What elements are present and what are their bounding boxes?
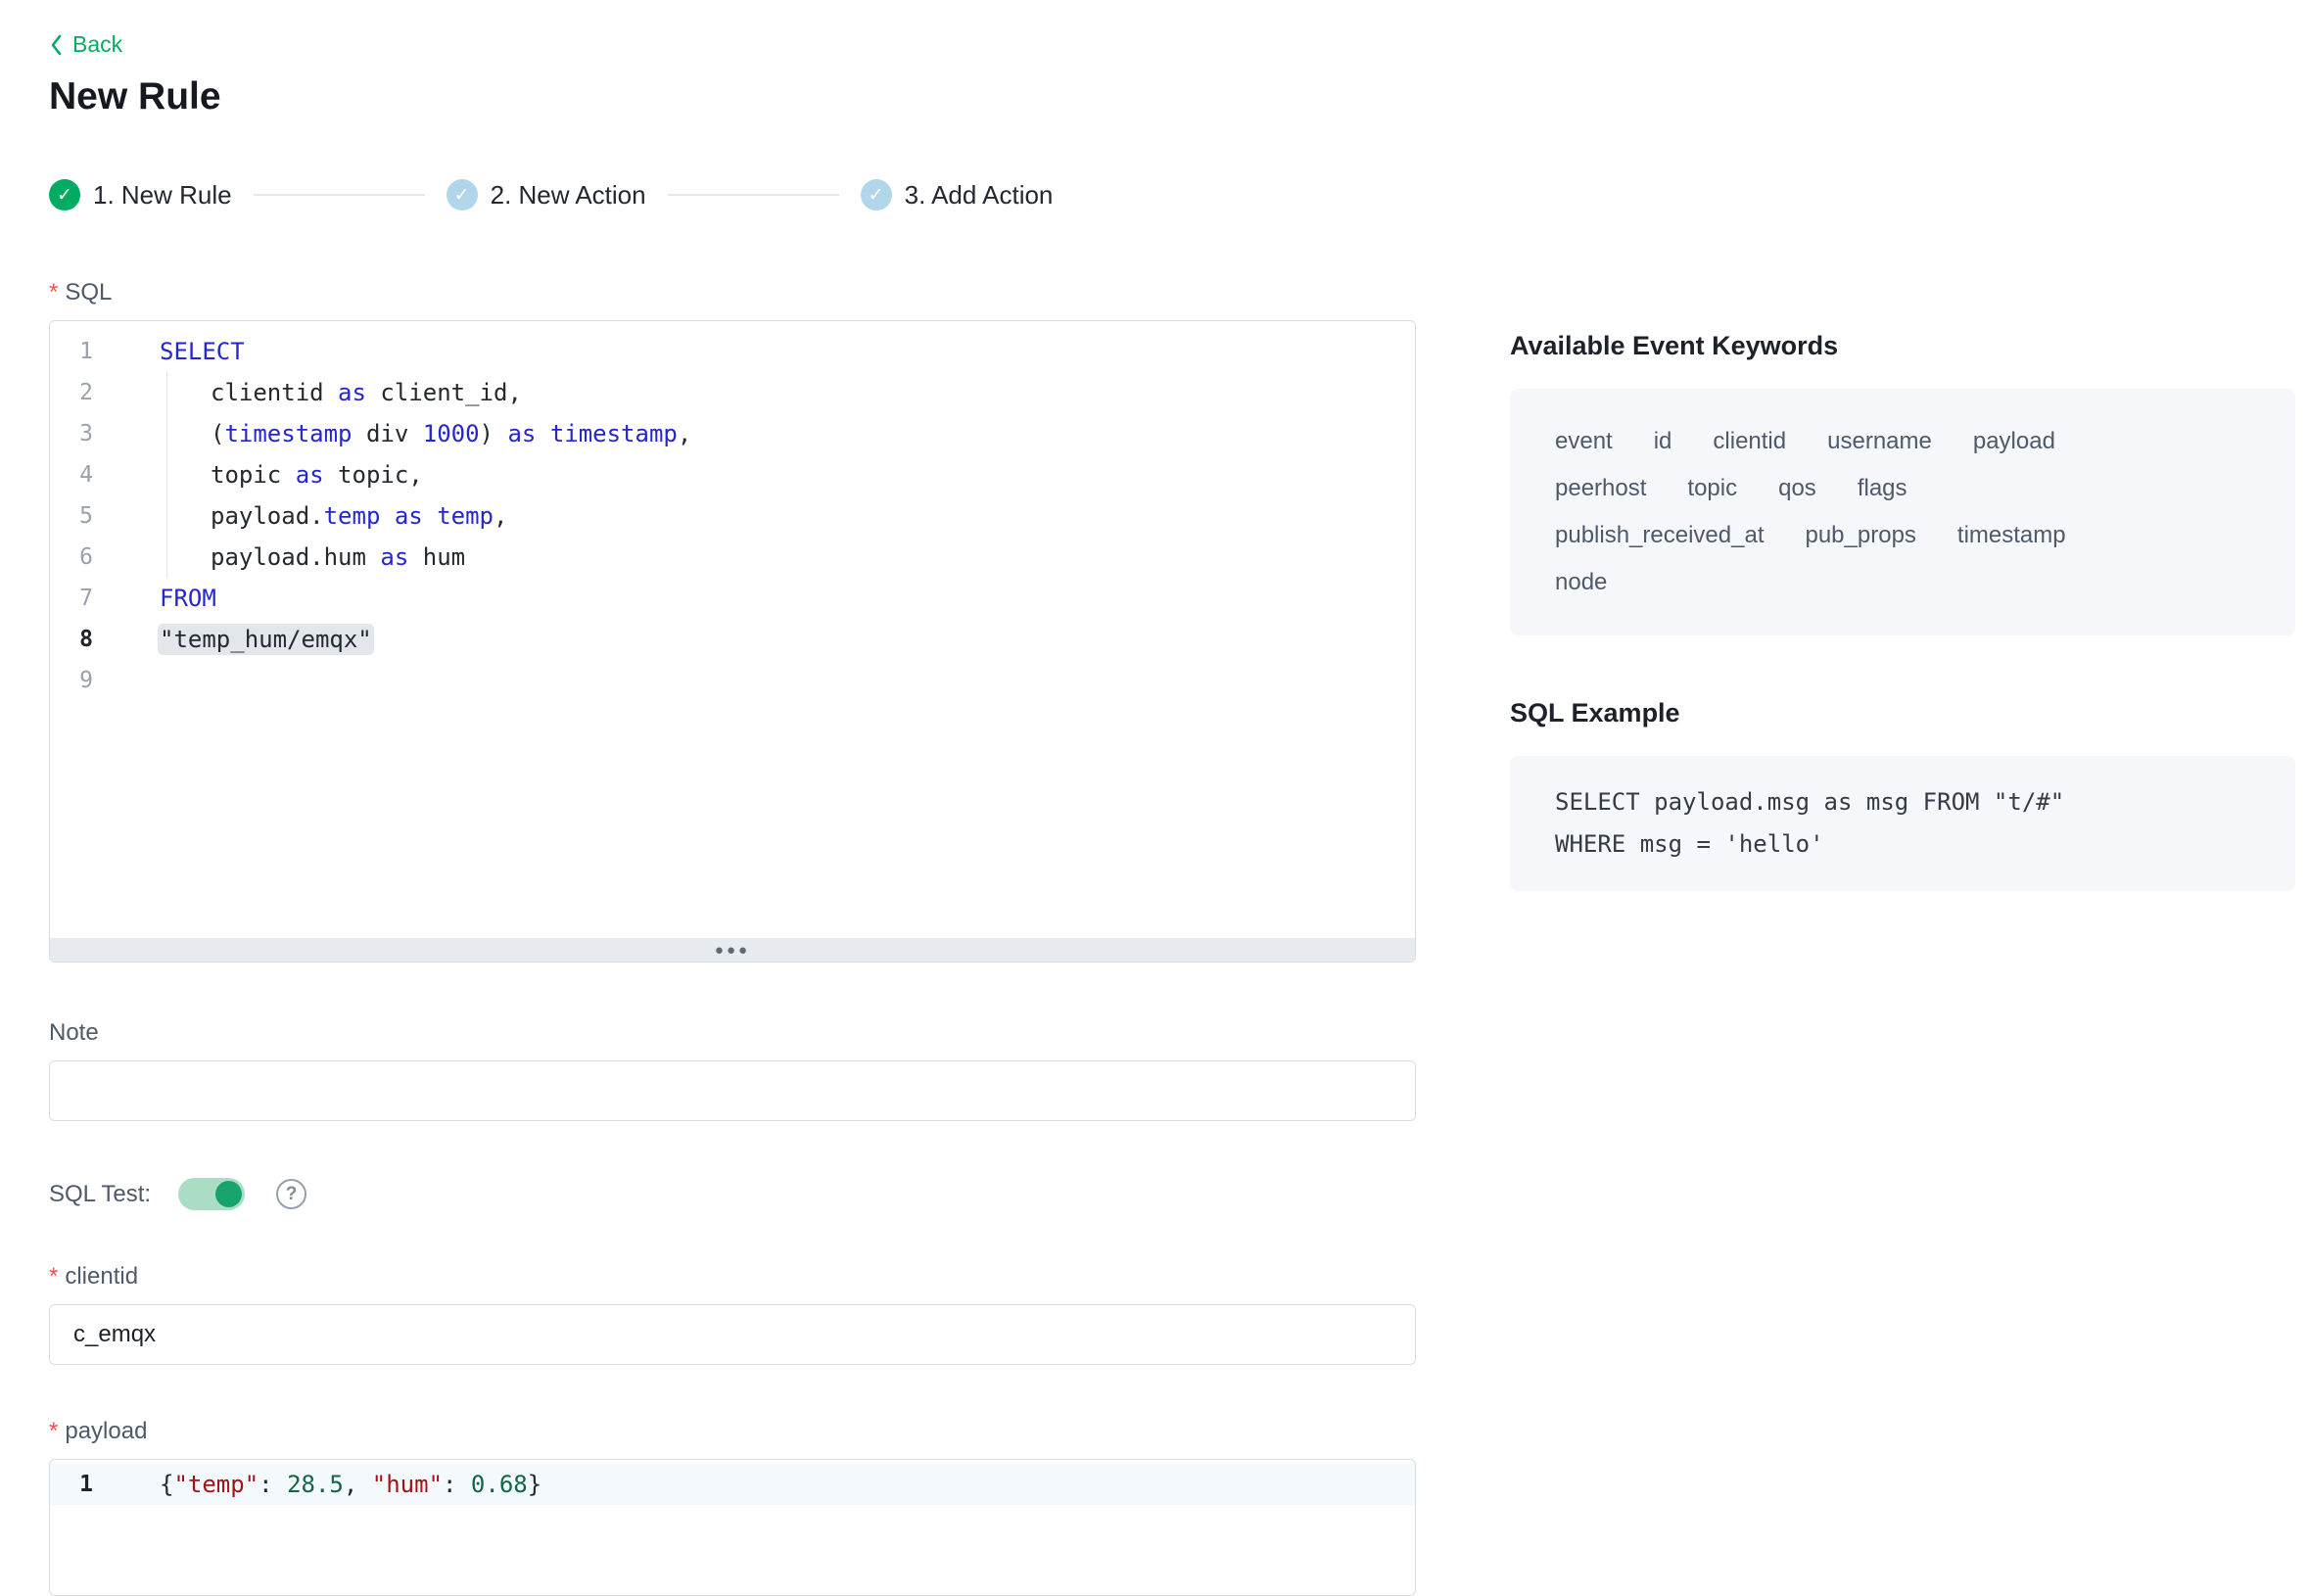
event-keyword: topic <box>1687 465 1737 512</box>
clientid-input[interactable] <box>49 1304 1416 1365</box>
help-icon[interactable]: ? <box>276 1179 306 1209</box>
event-keyword: id <box>1654 418 1672 465</box>
required-mark: * <box>49 1263 58 1290</box>
resize-dots-icon: ●●● <box>715 942 750 959</box>
line-number: 7 <box>50 578 115 619</box>
step-check-icon: ✓ <box>447 179 478 211</box>
step-check-icon: ✓ <box>861 179 892 211</box>
sql-example-line: WHERE msg = 'hello' <box>1555 823 2250 866</box>
line-text <box>115 660 1415 701</box>
sql-example-box: SELECT payload.msg as msg FROM "t/#"WHER… <box>1510 756 2295 891</box>
line-number: 1 <box>50 1464 115 1505</box>
clientid-label-text: clientid <box>65 1263 138 1290</box>
code-line[interactable]: 5payload.temp as temp, <box>50 495 1415 537</box>
line-number: 9 <box>50 660 115 701</box>
line-text: SELECT <box>115 331 1415 372</box>
clientid-field-label: * clientid <box>49 1263 1416 1291</box>
code-line[interactable]: 9 <box>50 660 1415 701</box>
step-item: ✓ 1. New Rule <box>49 179 232 211</box>
code-line[interactable]: 8"temp_hum/emqx" <box>50 619 1415 660</box>
line-number: 8 <box>50 619 115 660</box>
back-link[interactable]: Back <box>49 31 122 58</box>
payload-field-label: * payload <box>49 1418 1416 1445</box>
step-item: ✓ 3. Add Action <box>861 179 1054 211</box>
keywords-title: Available Event Keywords <box>1510 331 2295 361</box>
sql-field-label: * SQL <box>49 279 1416 306</box>
sql-label-text: SQL <box>65 279 112 305</box>
code-line[interactable]: 1SELECT <box>50 331 1415 372</box>
page-title: New Rule <box>49 75 1416 118</box>
main-column: Back New Rule ✓ 1. New Rule ✓ 2. New Action… <box>49 0 1416 1596</box>
sql-example-title: SQL Example <box>1510 698 2295 728</box>
step-connector <box>668 194 839 196</box>
line-text: FROM <box>115 578 1415 619</box>
step-item: ✓ 2. New Action <box>447 179 646 211</box>
sql-code-editor[interactable]: 1SELECT2clientid as client_id,3(timestam… <box>49 320 1416 962</box>
required-mark: * <box>49 1418 58 1444</box>
event-keyword: qos <box>1778 465 1816 512</box>
payload-label-text: payload <box>65 1418 147 1444</box>
code-line[interactable]: 7FROM <box>50 578 1415 619</box>
line-text: payload.temp as temp, <box>115 495 1415 537</box>
event-keyword: publish_received_at <box>1555 512 1764 559</box>
line-text: topic as topic, <box>115 454 1415 495</box>
toggle-knob <box>215 1181 242 1207</box>
code-line[interactable]: 2clientid as client_id, <box>50 372 1415 413</box>
sql-example-line: SELECT payload.msg as msg FROM "t/#" <box>1555 781 2250 823</box>
back-chevron-icon <box>49 33 64 57</box>
note-input[interactable] <box>49 1060 1416 1121</box>
line-text: {"temp": 28.5, "hum": 0.68} <box>115 1464 1415 1505</box>
event-keyword: pub_props <box>1805 512 1915 559</box>
editor-resize-handle[interactable]: ●●● <box>50 938 1415 962</box>
keywords-row: peerhost topic qos flags <box>1555 465 2250 512</box>
line-number: 3 <box>50 413 115 454</box>
required-mark: * <box>49 279 58 305</box>
step-label: 3. Add Action <box>905 180 1054 211</box>
line-number: 1 <box>50 331 115 372</box>
line-text: clientid as client_id, <box>115 372 1415 413</box>
back-label: Back <box>72 31 122 58</box>
event-keyword: clientid <box>1713 418 1786 465</box>
code-line[interactable]: 4topic as topic, <box>50 454 1415 495</box>
payload-code-editor[interactable]: 1{"temp": 28.5, "hum": 0.68} <box>49 1459 1416 1596</box>
line-number: 2 <box>50 372 115 413</box>
line-number: 4 <box>50 454 115 495</box>
line-number: 6 <box>50 537 115 578</box>
payload-code-area[interactable]: 1{"temp": 28.5, "hum": 0.68} <box>50 1460 1415 1505</box>
step-check-icon: ✓ <box>49 179 80 211</box>
event-keyword: flags <box>1858 465 1907 512</box>
keywords-box: eventid clientid username payload peerhost to… <box>1510 389 2295 635</box>
event-keyword: timestamp <box>1957 512 2066 559</box>
note-field-label: Note <box>49 1019 1416 1047</box>
keywords-row: node <box>1555 559 2250 606</box>
sql-test-label: SQL Test: <box>49 1181 151 1208</box>
event-keyword: event <box>1555 418 1613 465</box>
line-text: (timestamp div 1000) as timestamp, <box>115 413 1415 454</box>
code-line[interactable]: 6payload.hum as hum <box>50 537 1415 578</box>
step-label: 1. New Rule <box>93 180 232 211</box>
code-line[interactable]: 1{"temp": 28.5, "hum": 0.68} <box>50 1464 1415 1505</box>
keywords-row: eventid clientid username payload <box>1555 418 2250 465</box>
step-connector <box>254 194 425 196</box>
line-text: "temp_hum/emqx" <box>115 619 1415 660</box>
code-line[interactable]: 3(timestamp div 1000) as timestamp, <box>50 413 1415 454</box>
event-keyword: username <box>1827 418 1932 465</box>
event-keyword: peerhost <box>1555 465 1646 512</box>
steps: ✓ 1. New Rule ✓ 2. New Action ✓ 3. Add Action <box>49 179 1416 211</box>
keywords-row: publish_received_at pub_props timestamp <box>1555 512 2250 559</box>
event-keyword: node <box>1555 559 1607 606</box>
sql-code-area[interactable]: 1SELECT2clientid as client_id,3(timestam… <box>50 321 1415 701</box>
line-text: payload.hum as hum <box>115 537 1415 578</box>
sidebar: Available Event Keywords eventid clientid… <box>1510 331 2295 891</box>
step-label: 2. New Action <box>491 180 646 211</box>
event-keyword: payload <box>1973 418 2055 465</box>
sql-test-row: SQL Test: ? <box>49 1178 1416 1210</box>
line-number: 5 <box>50 495 115 537</box>
sql-test-toggle[interactable] <box>178 1178 245 1210</box>
